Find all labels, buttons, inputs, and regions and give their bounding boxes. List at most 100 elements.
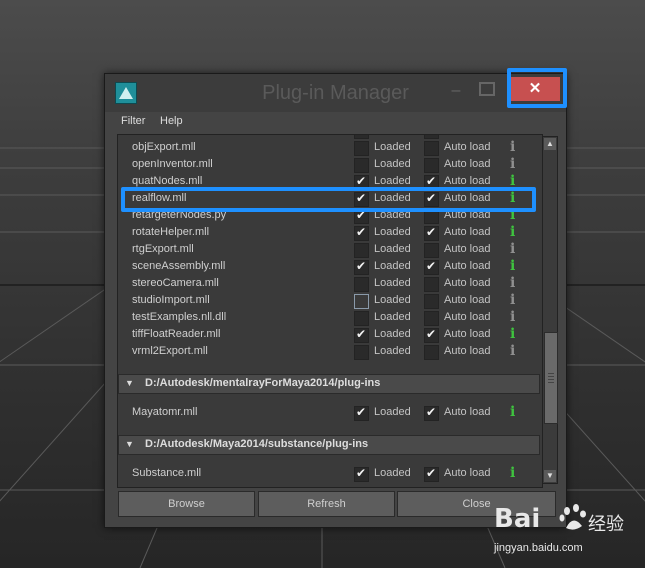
plugin-name: vrml2Export.mll [132,345,208,357]
plugin-name: Mayatomr.mll [132,406,198,418]
close-highlight-box [507,68,567,108]
maximize-button[interactable] [479,82,495,96]
title-bar[interactable]: Plug-in Manager – ✕ [105,74,566,112]
arrow-down-icon[interactable]: ▼ [544,470,556,482]
plugin-name: studioImport.mll [132,294,210,306]
browse-button[interactable]: Browse [118,491,255,517]
plugin-name: objExport.mll [132,141,196,153]
plugin-name: rtgExport.mll [132,243,194,255]
info-icon[interactable]: i [510,309,515,325]
loaded-checkbox[interactable] [354,311,369,326]
autoload-checkbox[interactable] [424,345,439,360]
loaded-label: Loaded [374,158,411,170]
info-icon[interactable]: i [510,465,515,481]
loaded-label: Loaded [374,277,411,289]
loaded-checkbox[interactable] [354,141,369,156]
loaded-checkbox[interactable] [354,294,369,309]
plugin-row: rtgExport.mll Loaded Auto load i [118,241,542,259]
loaded-label: Loaded [374,406,411,418]
plugin-row: studioImport.mll Loaded Auto load i [118,292,542,310]
autoload-checkbox[interactable] [424,243,439,258]
loaded-label: Loaded [374,467,411,479]
realflow-highlight-box [121,187,536,212]
autoload-checkbox[interactable] [424,405,439,421]
info-icon[interactable]: i [510,292,515,308]
plugin-name: testExamples.nll.dll [132,311,227,323]
info-icon[interactable]: i [510,135,515,138]
autoload-label: Auto load [444,141,491,153]
arrow-up-icon[interactable]: ▲ [544,138,556,150]
info-icon[interactable]: i [510,258,515,274]
plugin-name: openInventor.mll [132,158,213,170]
autoload-label: Auto load [444,328,491,340]
autoload-checkbox[interactable] [424,311,439,326]
autoload-label: Auto load [444,175,491,187]
plugin-row: vrml2Export.mll Loaded Auto load i [118,343,542,361]
minimize-button[interactable]: – [445,82,467,102]
loaded-checkbox[interactable] [354,466,369,482]
loaded-checkbox[interactable] [354,259,369,275]
loaded-checkbox[interactable] [354,277,369,292]
autoload-label: Auto load [444,294,491,306]
plugin-row: objExport.mll Loaded Auto load i [118,139,542,157]
autoload-label: Auto load [444,467,491,479]
autoload-label: Auto load [444,406,491,418]
loaded-label: Loaded [374,260,411,272]
plugin-name: quatNodes.mll [132,175,203,187]
autoload-checkbox[interactable] [424,466,439,482]
menu-filter[interactable]: Filter [121,115,145,127]
autoload-checkbox[interactable] [424,141,439,156]
autoload-checkbox[interactable] [424,259,439,275]
info-icon[interactable]: i [510,404,515,420]
loaded-label: Loaded [374,345,411,357]
section-header[interactable]: ▼ D:/Autodesk/mentalrayForMaya2014/plug-i… [118,374,540,394]
plugin-row: stereoCamera.mll Loaded Auto load i [118,275,542,293]
info-icon[interactable]: i [510,224,515,240]
autoload-label: Auto load [444,243,491,255]
loaded-label: Loaded [374,175,411,187]
scrollbar[interactable]: ▲ ▼ [542,136,558,484]
loaded-checkbox[interactable] [354,243,369,258]
autoload-checkbox[interactable] [424,327,439,343]
info-icon[interactable]: i [510,241,515,257]
loaded-checkbox[interactable] [354,225,369,241]
triangle-down-icon: ▼ [125,439,134,449]
info-icon[interactable]: i [510,139,515,155]
plugin-manager-window: Plug-in Manager – ✕ Filter Help iobjExpo… [104,73,567,528]
loaded-label: Loaded [374,243,411,255]
window-title: Plug-in Manager [262,82,409,104]
autoload-label: Auto load [444,311,491,323]
autoload-checkbox[interactable] [424,277,439,292]
info-icon[interactable]: i [510,156,515,172]
loaded-label: Loaded [374,294,411,306]
autoload-checkbox[interactable] [424,135,439,139]
refresh-button[interactable]: Refresh [258,491,395,517]
info-icon[interactable]: i [510,343,515,359]
autoload-label: Auto load [444,345,491,357]
info-icon[interactable]: i [510,275,515,291]
loaded-checkbox[interactable] [354,405,369,421]
plugin-row: tiffFloatReader.mll Loaded Auto load i [118,326,542,344]
scrollbar-thumb[interactable] [544,332,558,424]
info-icon[interactable]: i [510,326,515,342]
baidu-watermark: Bai du 经验 jingyan.baidu.com [494,496,644,566]
menu-help[interactable]: Help [160,115,183,127]
autoload-checkbox[interactable] [424,225,439,241]
loaded-checkbox[interactable] [354,345,369,360]
section-header[interactable]: ▼ D:/Autodesk/Maya2014/substance/plug-ins [118,435,540,455]
menu-bar: Filter Help [105,112,566,130]
plugin-row: openInventor.mll Loaded Auto load i [118,156,542,174]
loaded-label: Loaded [374,141,411,153]
autoload-label: Auto load [444,277,491,289]
loaded-checkbox[interactable] [354,135,369,139]
loaded-checkbox[interactable] [354,158,369,173]
plugin-row: testExamples.nll.dll Loaded Auto load i [118,309,542,327]
loaded-checkbox[interactable] [354,327,369,343]
baidu-paw-icon [559,504,586,530]
loaded-label: Loaded [374,311,411,323]
plugin-name: Substance.mll [132,467,202,479]
watermark-logo: Bai [494,504,541,534]
autoload-checkbox[interactable] [424,294,439,309]
autoload-label: Auto load [444,226,491,238]
autoload-checkbox[interactable] [424,158,439,173]
